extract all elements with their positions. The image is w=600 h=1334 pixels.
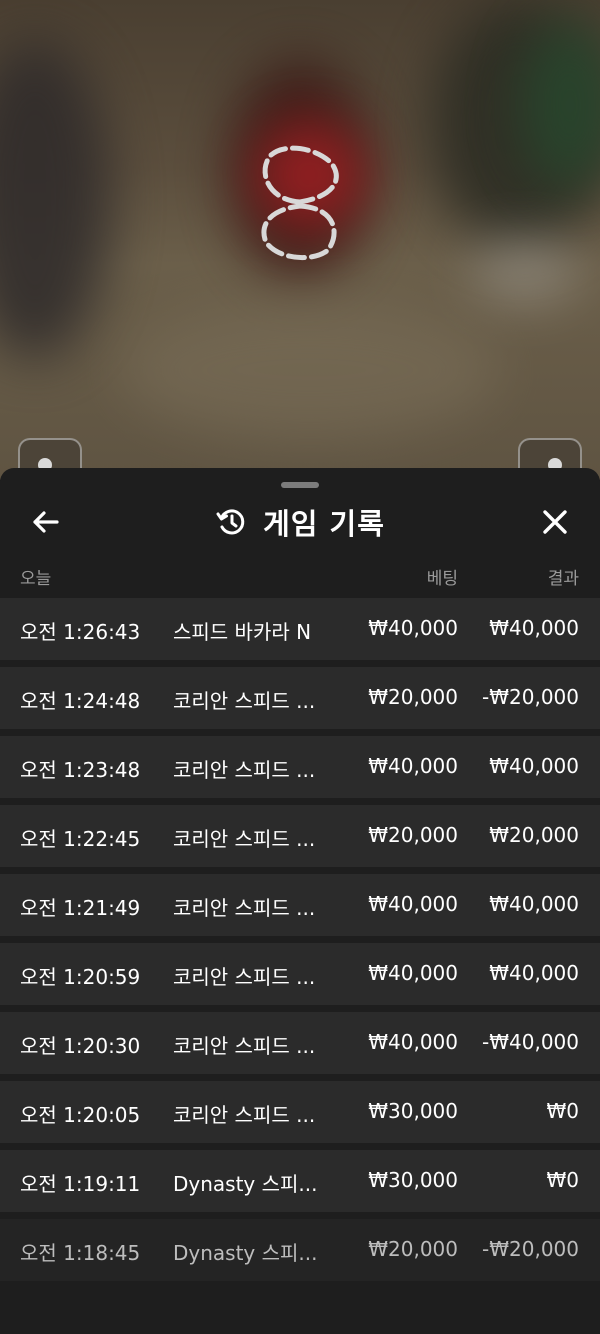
game-history-panel: 게임 기록 오늘 베팅 결과 오전 1:26:43 스피드 바카라 N ₩40,… — [0, 468, 600, 1334]
history-row[interactable]: 오전 1:26:43 스피드 바카라 N ₩40,000 ₩40,000 — [0, 598, 600, 660]
row-time: 오전 1:23:48 — [20, 758, 141, 782]
row-bet: ₩40,000 — [368, 1030, 458, 1054]
row-result: ₩40,000 — [489, 892, 579, 916]
history-row[interactable]: 오전 1:23:48 코리안 스피드 ... ₩40,000 ₩40,000 — [0, 736, 600, 798]
row-time: 오전 1:20:30 — [20, 1034, 141, 1058]
back-button[interactable] — [19, 496, 71, 548]
row-bet: ₩20,000 — [368, 823, 458, 847]
row-result: -₩20,000 — [482, 1237, 579, 1261]
row-bet: ₩20,000 — [368, 1237, 458, 1261]
history-row[interactable]: 오전 1:21:49 코리안 스피드 ... ₩40,000 ₩40,000 — [0, 874, 600, 936]
row-result: ₩40,000 — [489, 754, 579, 778]
drag-handle[interactable] — [281, 482, 319, 488]
row-time: 오전 1:20:05 — [20, 1103, 141, 1127]
row-time: 오전 1:19:11 — [20, 1172, 141, 1196]
row-bet: ₩40,000 — [368, 961, 458, 985]
row-result: ₩20,000 — [489, 823, 579, 847]
column-header-date: 오늘 — [20, 569, 52, 589]
row-game: 코리안 스피드 ... — [173, 827, 316, 851]
video-background — [0, 0, 600, 480]
row-game: Dynasty 스피... — [173, 1172, 318, 1196]
row-result: ₩0 — [546, 1168, 580, 1192]
panel-header: 게임 기록 — [0, 496, 600, 548]
column-header-bet: 베팅 — [426, 569, 458, 589]
row-bet: ₩30,000 — [368, 1099, 458, 1123]
row-time: 오전 1:26:43 — [20, 620, 141, 644]
row-game: 코리안 스피드 ... — [173, 758, 316, 782]
history-list: 오전 1:26:43 스피드 바카라 N ₩40,000 ₩40,000 오전 … — [0, 598, 600, 1334]
column-header-result: 결과 — [547, 569, 579, 589]
arrow-left-icon — [33, 511, 59, 533]
row-result: ₩0 — [546, 1099, 580, 1123]
row-result: ₩40,000 — [489, 961, 579, 985]
history-row[interactable]: 오전 1:24:48 코리안 스피드 ... ₩20,000 -₩20,000 — [0, 667, 600, 729]
row-game: 코리안 스피드 ... — [173, 1034, 316, 1058]
row-game: Dynasty 스피... — [173, 1241, 318, 1265]
history-row[interactable]: 오전 1:20:30 코리안 스피드 ... ₩40,000 -₩40,000 — [0, 1012, 600, 1074]
row-game: 코리안 스피드 ... — [173, 689, 316, 713]
row-game: 코리안 스피드 ... — [173, 965, 316, 989]
history-row[interactable]: 오전 1:18:45 Dynasty 스피... ₩20,000 -₩20,00… — [0, 1219, 600, 1334]
row-result: -₩20,000 — [482, 685, 579, 709]
row-time: 오전 1:21:49 — [20, 896, 141, 920]
column-headers: 오늘 베팅 결과 — [0, 560, 600, 590]
row-time: 오전 1:20:59 — [20, 965, 141, 989]
row-bet: ₩40,000 — [368, 754, 458, 778]
row-game: 코리안 스피드 ... — [173, 1103, 316, 1127]
history-icon — [215, 506, 247, 538]
history-row[interactable]: 오전 1:20:05 코리안 스피드 ... ₩30,000 ₩0 — [0, 1081, 600, 1143]
row-bet: ₩20,000 — [368, 685, 458, 709]
row-time: 오전 1:22:45 — [20, 827, 141, 851]
close-button[interactable] — [529, 496, 581, 548]
row-result: -₩40,000 — [482, 1030, 579, 1054]
row-time: 오전 1:18:45 — [20, 1241, 141, 1265]
row-result: ₩40,000 — [489, 616, 579, 640]
row-bet: ₩40,000 — [368, 616, 458, 640]
close-icon — [543, 510, 567, 534]
history-row[interactable]: 오전 1:19:11 Dynasty 스피... ₩30,000 ₩0 — [0, 1150, 600, 1212]
row-bet: ₩30,000 — [368, 1168, 458, 1192]
row-game: 스피드 바카라 N — [173, 620, 312, 644]
history-row[interactable]: 오전 1:20:59 코리안 스피드 ... ₩40,000 ₩40,000 — [0, 943, 600, 1005]
history-row[interactable]: 오전 1:22:45 코리안 스피드 ... ₩20,000 ₩20,000 — [0, 805, 600, 867]
loading-spinner-icon — [261, 145, 339, 261]
row-game: 코리안 스피드 ... — [173, 896, 316, 920]
panel-title: 게임 기록 — [263, 507, 385, 541]
row-time: 오전 1:24:48 — [20, 689, 141, 713]
row-bet: ₩40,000 — [368, 892, 458, 916]
